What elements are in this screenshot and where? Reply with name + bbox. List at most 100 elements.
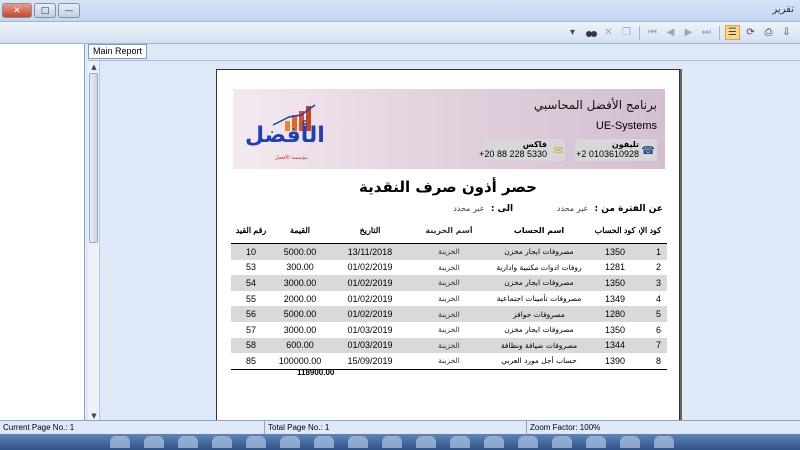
find-button[interactable]: ▾	[565, 25, 580, 40]
report-viewer[interactable]: ▲ ▼ برنامج الأفضل المحاسبي UE-Systems ☎ …	[88, 60, 800, 421]
cell-account-name: مصروفات ايجار مخزن	[504, 278, 574, 288]
taskbar-app-icon[interactable]	[552, 436, 572, 448]
report-header: برنامج الأفضل المحاسبي UE-Systems ☎ تليف…	[233, 89, 665, 169]
company-name: برنامج الأفضل المحاسبي	[533, 98, 657, 112]
cell-account-name: مصروفات ضيافة ونظافة	[500, 340, 578, 350]
table-row: 4 1349 مصروفات تأمينات اجتماعية الخزينة …	[231, 291, 667, 307]
cell-date: 01/02/2019	[347, 262, 393, 273]
search-button[interactable]	[583, 25, 598, 40]
cell-date: 01/02/2019	[347, 309, 393, 320]
first-page-button[interactable]: ⏮	[645, 25, 660, 40]
company-logo: الأفضل مؤسسة الأفضل	[245, 103, 326, 163]
phone-value: +2 0103610928	[576, 149, 639, 159]
vertical-scrollbar[interactable]: ▲ ▼	[88, 61, 100, 421]
cell-ref: 57	[245, 324, 256, 335]
taskbar-app-icon[interactable]	[518, 436, 538, 448]
cell-ref: 56	[245, 309, 256, 320]
group-tree-button[interactable]: ☰	[725, 25, 740, 40]
taskbar-app-icon[interactable]	[348, 436, 368, 448]
taskbar-app-icon[interactable]	[416, 436, 436, 448]
logo-text: الأفضل	[245, 123, 326, 148]
cell-account-name: مصروفات ايجار مخزن	[504, 325, 574, 335]
taskbar-app-icon[interactable]	[314, 436, 334, 448]
cell-box-name: الخزينة	[438, 294, 460, 304]
cell-account-name: مصروفات ايجار مخزن	[504, 247, 574, 257]
close-icon: ✕	[604, 27, 613, 38]
cell-id: 7	[655, 340, 661, 351]
scrollbar-thumb[interactable]	[89, 73, 98, 243]
company-name-en: UE-Systems	[595, 120, 657, 132]
cell-ref: 58	[245, 340, 256, 351]
toolbar-separator	[719, 25, 720, 40]
cell-value: 600.00	[286, 340, 314, 351]
taskbar-app-icon[interactable]	[484, 436, 504, 448]
table-row: 5 1280 مصروفات حوافز الخزينة 01/02/2019 …	[231, 306, 667, 322]
report-title: حصر أذون صرف النقدية	[359, 178, 537, 196]
col-header-value: القيمة	[289, 226, 311, 235]
refresh-icon: ⟳	[746, 27, 755, 38]
cell-date: 01/02/2019	[347, 277, 393, 288]
cell-ref: 55	[245, 293, 256, 304]
taskbar-app-icon[interactable]	[620, 436, 640, 448]
table-header: كود الإذن كود الحساب اسم الحساب أسم الخز…	[231, 218, 667, 244]
col-header-date: التاريخ	[359, 226, 381, 235]
export-button[interactable]: ⇩	[779, 25, 794, 40]
cell-box-name: الخزينة	[438, 340, 460, 350]
cell-date: 01/03/2019	[347, 324, 393, 335]
col-header-ref: رقم القيد	[235, 226, 267, 235]
taskbar-app-icon[interactable]	[586, 436, 606, 448]
cell-box-name: الخزينة	[438, 309, 460, 319]
cell-value: 3000.00	[283, 324, 317, 335]
table-row: 6 1350 مصروفات ايجار مخزن الخزينة 01/03/…	[231, 322, 667, 338]
last-page-button[interactable]: ⏭	[699, 25, 714, 40]
taskbar-app-icon[interactable]	[144, 436, 164, 448]
taskbar-app-icon[interactable]	[654, 436, 674, 448]
next-page-icon: ▶	[684, 27, 693, 38]
window-controls: ✕ □ —	[2, 3, 80, 18]
close-window-button[interactable]: ✕	[2, 3, 32, 18]
print-icon: ⎙	[764, 27, 773, 38]
cell-id: 3	[655, 277, 661, 288]
cell-date: 15/09/2019	[347, 355, 393, 366]
close-icon: ✕	[13, 5, 21, 16]
toolbar-separator	[639, 25, 640, 40]
taskbar-app-icon[interactable]	[246, 436, 266, 448]
cell-value: 2000.00	[283, 293, 317, 304]
copy-button[interactable]: ❐	[619, 25, 634, 40]
fax-value: +20 88 228 5330	[479, 149, 547, 159]
table-row: 8 1390 حساب أجل مورد العربي الخزينة 15/0…	[231, 353, 667, 369]
cell-id: 4	[655, 293, 661, 304]
cell-account-code: 1344	[604, 340, 626, 351]
table-row: 2 1281 روفات ادوات مكتبية وادارية الخزين…	[231, 260, 667, 276]
group-tree-panel[interactable]	[0, 44, 85, 420]
maximize-window-button[interactable]: □	[34, 3, 56, 18]
viewer-toolbar: ▾ ✕ ❐ ⏮ ◀ ▶ ⏭ ☰ ⟳ ⎙ ⇩	[0, 22, 800, 44]
logo-subtext: مؤسسة الأفضل	[275, 155, 308, 161]
window-title: تقرير	[772, 4, 794, 15]
phone-label: تليفون	[611, 140, 639, 149]
refresh-button[interactable]: ⟳	[743, 25, 758, 40]
taskbar-app-icon[interactable]	[280, 436, 300, 448]
close-report-button[interactable]: ✕	[601, 25, 616, 40]
title-bar: ✕ □ — تقرير	[0, 0, 800, 22]
cell-account-code: 1390	[604, 355, 626, 366]
tab-main-report[interactable]: Main Report	[88, 44, 148, 59]
scroll-up-icon[interactable]: ▲	[88, 61, 100, 72]
taskbar-app-icon[interactable]	[110, 436, 130, 448]
minimize-window-button[interactable]: —	[58, 3, 80, 18]
cell-ref: 85	[245, 355, 256, 366]
report-page: برنامج الأفضل المحاسبي UE-Systems ☎ تليف…	[216, 69, 680, 421]
taskbar-app-icon[interactable]	[382, 436, 402, 448]
cell-account-code: 1349	[604, 293, 626, 304]
taskbar-app-icon[interactable]	[178, 436, 198, 448]
prev-page-button[interactable]: ◀	[663, 25, 678, 40]
taskbar-app-icon[interactable]	[450, 436, 470, 448]
minimize-icon: —	[64, 5, 74, 16]
print-button[interactable]: ⎙	[761, 25, 776, 40]
group-tree-icon: ☰	[728, 27, 737, 38]
next-page-button[interactable]: ▶	[681, 25, 696, 40]
taskbar-app-icon[interactable]	[212, 436, 232, 448]
cell-box-name: الخزينة	[438, 247, 460, 257]
cell-account-name: مصروفات حوافز	[513, 309, 565, 319]
zoom-status: Zoom Factor: 100%	[530, 423, 601, 432]
